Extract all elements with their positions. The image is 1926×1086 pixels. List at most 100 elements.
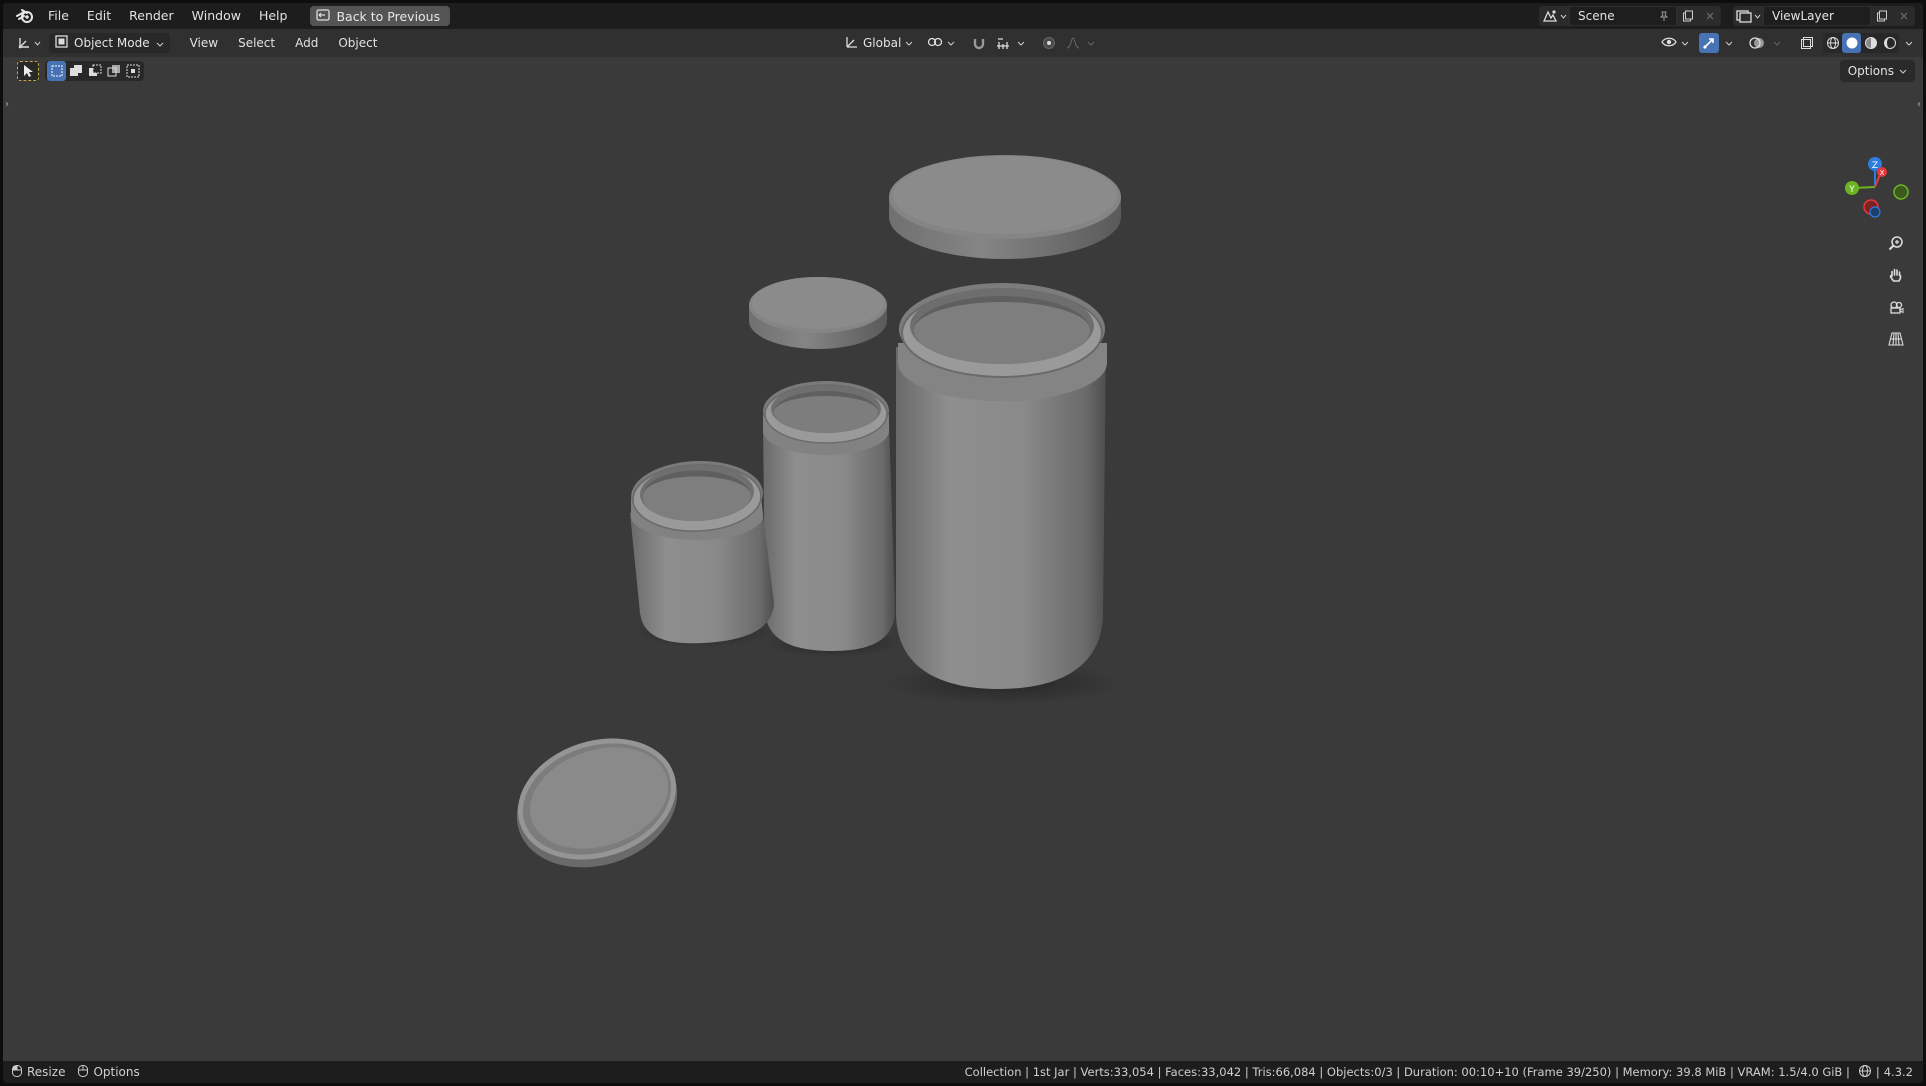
gizmo-neg-z-axis[interactable] xyxy=(1869,206,1881,218)
chevron-down-icon xyxy=(156,36,164,50)
medium-jar[interactable] xyxy=(763,381,896,651)
top-menu-bar: File Edit Render Window Help Back to Pre… xyxy=(3,3,1923,29)
chevron-down-icon xyxy=(1899,69,1907,74)
view-layer-name-field[interactable]: ViewLayer xyxy=(1763,6,1871,26)
wireframe-shading-icon[interactable] xyxy=(1823,33,1842,53)
options-label: Options xyxy=(1847,64,1894,78)
mode-dropdown[interactable]: Object Mode xyxy=(49,33,170,53)
overlays-chevron-icon[interactable] xyxy=(1773,41,1781,46)
new-view-layer-button[interactable] xyxy=(1871,6,1893,26)
snap-magnet-icon[interactable] xyxy=(969,33,989,53)
menu-help[interactable]: Help xyxy=(250,3,297,29)
header-center: Global xyxy=(841,33,1099,53)
menu-select[interactable]: Select xyxy=(230,33,283,53)
sidebar-expand-arrow-icon[interactable]: ‹ xyxy=(1917,99,1921,110)
overlays-icon[interactable] xyxy=(1747,33,1767,53)
shading-chevron-icon[interactable] xyxy=(1905,41,1913,46)
gizmo-z-label: Z xyxy=(1872,161,1878,171)
menu-edit[interactable]: Edit xyxy=(78,3,120,29)
status-info: Collection | 1st Jar | Verts:33,054 | Fa… xyxy=(965,1061,1913,1083)
header-right xyxy=(1657,33,1913,53)
blender-logo-icon[interactable] xyxy=(11,3,39,29)
menu-add[interactable]: Add xyxy=(287,33,326,53)
3d-viewport[interactable]: › ‹ Z Y X xyxy=(3,57,1923,1063)
falloff-curve-icon[interactable] xyxy=(1063,33,1083,53)
status-bar: Resize Options Collection | 1st Jar | Ve… xyxy=(3,1061,1923,1083)
navigation-tools xyxy=(1883,231,1909,351)
intersect-selection-icon[interactable] xyxy=(123,61,142,81)
subtract-selection-icon[interactable] xyxy=(85,61,104,81)
object-mode-icon xyxy=(55,35,68,51)
delete-view-layer-button[interactable] xyxy=(1893,6,1915,26)
scene-name: Scene xyxy=(1578,9,1615,23)
view-layer-browse-icon[interactable] xyxy=(1733,6,1763,26)
pan-hand-icon[interactable] xyxy=(1883,263,1909,287)
set-new-selection-icon[interactable] xyxy=(47,61,66,81)
menu-window[interactable]: Window xyxy=(183,3,250,29)
solid-shading-icon[interactable] xyxy=(1842,33,1861,53)
invert-selection-icon[interactable] xyxy=(104,61,123,81)
orientation-global-icon xyxy=(845,35,859,52)
view-layer-name: ViewLayer xyxy=(1772,9,1834,23)
select-box-tool-icon[interactable] xyxy=(17,61,39,81)
options-hint: Options xyxy=(93,1065,140,1079)
transform-orientation-dropdown[interactable]: Global xyxy=(841,33,917,53)
rendered-shading-icon[interactable] xyxy=(1880,33,1899,53)
separator: | xyxy=(1875,1065,1880,1079)
delete-scene-button[interactable] xyxy=(1699,6,1721,26)
gizmo-y-label: Y xyxy=(1848,185,1855,195)
screen-back-icon xyxy=(316,8,331,24)
snap-increment-icon[interactable] xyxy=(993,33,1013,53)
resize-hint: Resize xyxy=(27,1065,66,1079)
gizmo-chevron-icon[interactable] xyxy=(1725,41,1733,46)
back-to-previous-label: Back to Previous xyxy=(336,8,441,24)
perspective-grid-icon[interactable] xyxy=(1883,327,1909,351)
gizmo-toggle-icon[interactable] xyxy=(1699,33,1719,53)
tool-settings-row xyxy=(17,61,144,81)
workspace-selectors: Scene ViewLayer xyxy=(1539,6,1915,26)
blender-version: 4.3.2 xyxy=(1883,1065,1913,1079)
navigation-gizmo[interactable]: Z Y X xyxy=(1823,152,1923,232)
scene-browse-icon[interactable] xyxy=(1539,6,1569,26)
toolbar-expand-arrow-icon[interactable]: › xyxy=(5,99,9,110)
small-jar-lid[interactable] xyxy=(500,719,693,888)
network-globe-icon[interactable] xyxy=(1858,1064,1872,1081)
menu-file[interactable]: File xyxy=(39,3,78,29)
xray-toggle-icon[interactable] xyxy=(1797,33,1817,53)
viewport-scene xyxy=(500,155,1123,888)
options-dropdown[interactable]: Options xyxy=(1839,60,1915,82)
mode-label: Object Mode xyxy=(74,36,150,50)
new-scene-button[interactable] xyxy=(1677,6,1699,26)
status-keymap-hints: Resize Options xyxy=(11,1064,140,1081)
menu-view[interactable]: View xyxy=(182,33,226,53)
mouse-left-icon xyxy=(11,1064,23,1081)
medium-jar-lid[interactable] xyxy=(749,277,887,349)
viewport-header: Object Mode View Select Add Object Globa… xyxy=(3,29,1923,57)
orientation-label: Global xyxy=(863,36,902,50)
extend-selection-icon[interactable] xyxy=(66,61,85,81)
view-layer-selector: ViewLayer xyxy=(1733,6,1915,26)
gizmo-neg-y-axis[interactable] xyxy=(1893,184,1909,200)
proportional-editing-icon[interactable] xyxy=(1039,33,1059,53)
back-to-previous-button[interactable]: Back to Previous xyxy=(310,6,451,26)
camera-view-icon[interactable] xyxy=(1883,295,1909,319)
material-preview-shading-icon[interactable] xyxy=(1861,33,1880,53)
selection-mode-group xyxy=(45,61,144,81)
header-left: Object Mode View Select Add Object xyxy=(13,33,385,53)
pivot-point-dropdown[interactable] xyxy=(923,33,959,53)
menu-render[interactable]: Render xyxy=(120,3,183,29)
blender-window: File Edit Render Window Help Back to Pre… xyxy=(3,3,1923,1083)
pivot-icon xyxy=(927,35,943,52)
small-jar[interactable] xyxy=(630,459,774,644)
proportional-editing-group xyxy=(1035,33,1099,53)
pin-icon[interactable] xyxy=(1658,9,1670,27)
shading-mode-group xyxy=(1823,33,1899,53)
visibility-dropdown[interactable] xyxy=(1657,33,1693,53)
scene-statistics: Collection | 1st Jar | Verts:33,054 | Fa… xyxy=(964,1065,1850,1079)
editor-type-button[interactable] xyxy=(13,33,45,53)
large-jar[interactable] xyxy=(896,283,1107,689)
menu-object[interactable]: Object xyxy=(330,33,385,53)
large-jar-lid[interactable] xyxy=(889,155,1121,259)
zoom-icon[interactable] xyxy=(1883,231,1909,255)
scene-name-field[interactable]: Scene xyxy=(1569,6,1677,26)
